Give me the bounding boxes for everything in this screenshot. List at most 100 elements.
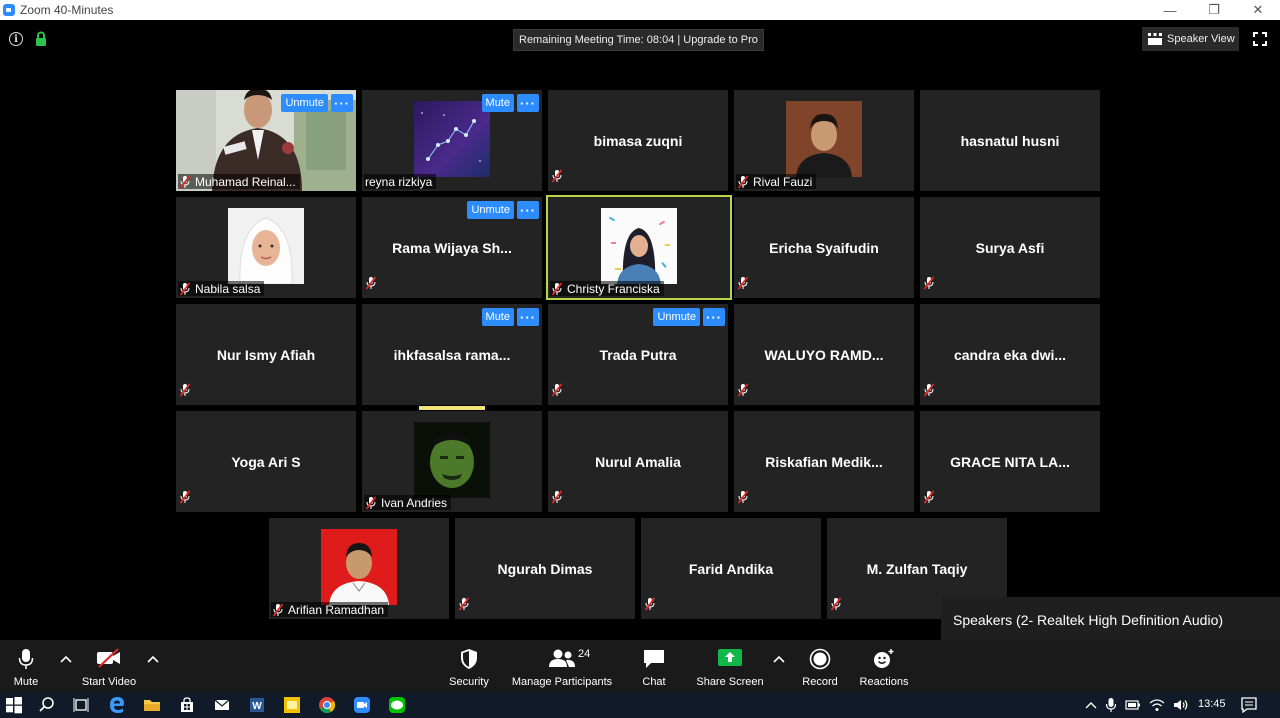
restore-button[interactable]: ❐ xyxy=(1192,0,1236,20)
lock-icon[interactable] xyxy=(34,31,48,47)
participant-tile[interactable]: Nur Ismy Afiah xyxy=(176,304,356,405)
muted-mic-icon xyxy=(551,490,563,504)
file-explorer-icon[interactable] xyxy=(143,696,161,714)
security-button[interactable]: Security xyxy=(446,640,492,692)
windows-start-icon[interactable] xyxy=(5,696,23,714)
share-screen-button[interactable]: Share Screen xyxy=(696,640,764,692)
sticky-notes-icon[interactable] xyxy=(283,696,301,714)
wifi-icon[interactable] xyxy=(1149,698,1165,712)
participant-avatar xyxy=(414,100,490,177)
participant-name: candra eka dwi... xyxy=(953,346,1067,363)
participant-name: Christy Franciska xyxy=(567,281,660,296)
battery-icon[interactable] xyxy=(1125,699,1141,711)
muted-mic-icon xyxy=(923,490,935,504)
mute-participant-button[interactable]: Mute xyxy=(481,94,514,112)
muted-indicator xyxy=(923,276,935,295)
more-options-button[interactable]: ··· xyxy=(331,94,353,112)
video-options-caret[interactable] xyxy=(147,654,159,664)
edge-browser-icon[interactable] xyxy=(108,696,126,714)
search-icon[interactable] xyxy=(38,696,56,714)
muted-mic-icon xyxy=(179,174,191,189)
participant-tile[interactable]: candra eka dwi... xyxy=(920,304,1100,405)
participant-tile[interactable]: bimasa zuqni xyxy=(548,90,728,191)
manage-participants-label: Manage Participants xyxy=(511,676,613,688)
chrome-icon[interactable] xyxy=(318,696,336,714)
participant-tile[interactable]: Trada Putra Unmute ··· xyxy=(548,304,728,405)
speaker-view-button[interactable]: Speaker View xyxy=(1142,27,1239,51)
muted-indicator xyxy=(923,383,935,402)
zoom-taskbar-icon[interactable] xyxy=(353,696,371,714)
muted-mic-icon xyxy=(737,174,749,189)
muted-mic-icon xyxy=(830,597,842,611)
close-button[interactable]: ✕ xyxy=(1236,0,1280,20)
start-video-button[interactable]: Start Video xyxy=(78,640,140,692)
participant-avatar xyxy=(321,528,397,605)
participant-tile[interactable]: Surya Asfi xyxy=(920,197,1100,298)
record-button[interactable]: Record xyxy=(800,640,840,692)
unmute-participant-button[interactable]: Unmute xyxy=(653,308,700,326)
muted-mic-icon xyxy=(179,490,191,504)
profile-photo xyxy=(786,100,862,177)
participant-tile[interactable]: Muhamad Reinal... Unmute ··· xyxy=(176,90,356,191)
task-view-icon[interactable] xyxy=(72,696,90,714)
participant-tile[interactable]: Yoga Ari S xyxy=(176,411,356,512)
info-icon[interactable]: i xyxy=(9,32,23,46)
more-options-button[interactable]: ··· xyxy=(703,308,725,326)
participant-tile[interactable]: Nurul Amalia xyxy=(548,411,728,512)
participant-count-badge: 24 xyxy=(578,648,591,660)
participant-tile[interactable]: Riskafian Medik... xyxy=(734,411,914,512)
tray-expand-caret[interactable] xyxy=(1085,700,1097,710)
participant-name: Surya Asfi xyxy=(975,239,1045,256)
zoom-meeting-window: Zoom 40-Minutes — ❐ ✕ i Remaining Meetin… xyxy=(0,0,1280,718)
participant-tile[interactable]: reyna rizkiya Mute ··· xyxy=(362,90,542,191)
muted-indicator xyxy=(179,383,191,402)
tray-microphone-icon[interactable] xyxy=(1105,697,1117,713)
more-options-button[interactable]: ··· xyxy=(517,308,539,326)
mute-participant-button[interactable]: Mute xyxy=(481,308,514,326)
chat-button[interactable]: Chat xyxy=(636,640,672,692)
muted-mic-icon xyxy=(551,383,563,397)
microphone-icon xyxy=(18,649,34,669)
manage-participants-button[interactable]: Manage Participants xyxy=(509,640,615,692)
taskbar-clock[interactable]: 13:45 xyxy=(1198,698,1226,710)
participant-tile[interactable]: Farid Andika xyxy=(641,518,821,619)
muted-mic-icon xyxy=(923,383,935,397)
participant-tile[interactable]: Ericha Syaifudin xyxy=(734,197,914,298)
participant-tile[interactable]: hasnatul husni xyxy=(920,90,1100,191)
remaining-time-banner[interactable]: Remaining Meeting Time: 08:04 | Upgrade … xyxy=(513,29,764,51)
fullscreen-icon[interactable] xyxy=(1253,32,1267,46)
participant-tile[interactable]: Ngurah Dimas xyxy=(455,518,635,619)
participant-tile[interactable]: GRACE NITA LA... xyxy=(920,411,1100,512)
mute-button[interactable]: Mute xyxy=(6,640,46,692)
minimize-button[interactable]: — xyxy=(1148,0,1192,20)
unmute-participant-button[interactable]: Unmute xyxy=(467,201,514,219)
mute-label: Mute xyxy=(13,676,39,688)
notifications-icon[interactable] xyxy=(1240,696,1258,714)
share-options-caret[interactable] xyxy=(773,654,785,664)
participant-tile[interactable]: Nabila salsa xyxy=(176,197,356,298)
reactions-label: Reactions xyxy=(859,676,909,688)
audio-options-caret[interactable] xyxy=(60,654,72,664)
line-app-icon[interactable] xyxy=(388,696,406,714)
reactions-button[interactable]: Reactions xyxy=(858,640,910,692)
participant-avatar xyxy=(601,207,677,284)
participant-name: GRACE NITA LA... xyxy=(950,453,1070,470)
participant-tile[interactable]: Rama Wijaya Sh... Unmute ··· xyxy=(362,197,542,298)
unmute-participant-button[interactable]: Unmute xyxy=(281,94,328,112)
participant-avatar xyxy=(786,100,862,177)
participant-tile[interactable]: ihkfasalsa rama... Mute ··· xyxy=(362,304,542,405)
more-options-button[interactable]: ··· xyxy=(517,94,539,112)
participant-name-tag: Arifian Ramadhan xyxy=(271,602,389,617)
word-icon[interactable]: W xyxy=(248,696,266,714)
participant-tile[interactable]: WALUYO RAMD... xyxy=(734,304,914,405)
store-icon[interactable] xyxy=(178,696,196,714)
participant-tile[interactable]: Ivan Andries xyxy=(362,411,542,512)
participant-tile[interactable]: Arifian Ramadhan xyxy=(269,518,449,619)
participant-tile[interactable]: Rival Fauzi xyxy=(734,90,914,191)
participant-name-tag: Rival Fauzi xyxy=(736,174,817,189)
start-video-label: Start Video xyxy=(81,676,137,688)
tray-volume-icon[interactable] xyxy=(1173,698,1189,712)
more-options-button[interactable]: ··· xyxy=(517,201,539,219)
participant-tile[interactable]: Christy Franciska xyxy=(546,195,732,300)
mail-icon[interactable] xyxy=(213,696,231,714)
